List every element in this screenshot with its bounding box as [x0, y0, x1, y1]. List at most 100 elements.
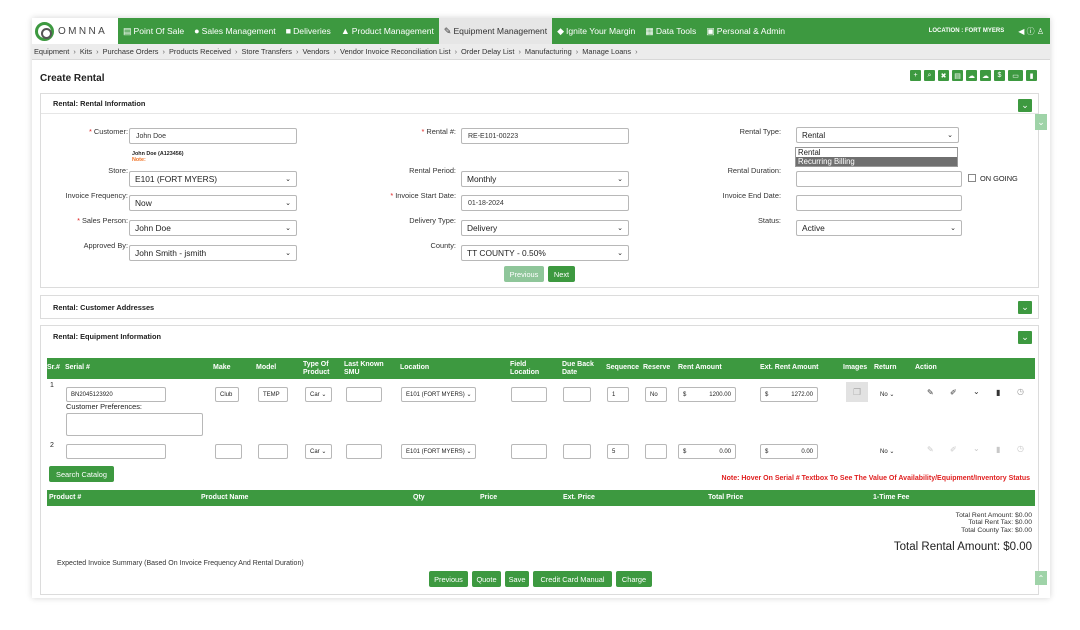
smu-input[interactable]	[346, 444, 382, 459]
nav-ignite-your-margin[interactable]: ◆ Ignite Your Margin	[552, 18, 640, 44]
model-input[interactable]: TEMP	[258, 387, 288, 402]
crumb-kits[interactable]: Kits	[80, 47, 92, 56]
rental-duration-input[interactable]	[796, 171, 962, 187]
customer-input[interactable]: John Doe	[129, 128, 297, 144]
chevron-down-icon[interactable]: ⌄	[1018, 99, 1032, 112]
field-location-input[interactable]	[511, 444, 547, 459]
customer-preferences-textarea[interactable]	[66, 413, 203, 436]
delivery-type-select[interactable]: Delivery ⌄	[461, 220, 629, 236]
omnna-logo[interactable]: OMNNA	[32, 18, 118, 44]
next-button[interactable]: Next	[548, 266, 575, 282]
sales-person-select[interactable]: John Doe ⌄	[129, 220, 297, 236]
due-back-input[interactable]	[563, 387, 591, 402]
location-select[interactable]: E101 (FORT MYERS) ⌄	[401, 387, 476, 402]
credit-card-manual-button[interactable]: Credit Card Manual	[533, 571, 612, 587]
type-select[interactable]: Car ⌄	[305, 444, 332, 459]
add-icon[interactable]: +	[910, 70, 921, 81]
crumb-manufacturing[interactable]: Manufacturing	[525, 47, 572, 56]
cloud-upload-icon[interactable]: ☁	[966, 70, 977, 81]
return-select[interactable]: No ⌄	[876, 444, 902, 459]
cloud-download-icon[interactable]: ☁	[980, 70, 991, 81]
nav-deliveries[interactable]: ■ Deliveries	[281, 18, 336, 44]
field-location-input[interactable]	[511, 387, 547, 402]
rental-type-select[interactable]: Rental ⌄	[796, 127, 959, 143]
list-icon[interactable]: ▤	[952, 70, 963, 81]
nav-point-of-sale[interactable]: ▤ Point Of Sale	[118, 18, 189, 44]
rental-period-select[interactable]: Monthly ⌄	[461, 171, 629, 187]
crumb-products-received[interactable]: Products Received	[169, 47, 231, 56]
location-indicator[interactable]: LOCATION : FORT MYERS	[929, 28, 1005, 34]
nav-product-management[interactable]: ▲ Product Management	[336, 18, 439, 44]
type-select[interactable]: Car ⌄	[305, 387, 332, 402]
rental-number-input[interactable]: RE-E101-00223	[461, 128, 629, 144]
chevron-down-icon[interactable]: ⌄	[1018, 301, 1032, 314]
serial-input[interactable]	[66, 444, 166, 459]
card-icon[interactable]: ▭	[1008, 70, 1023, 81]
chevron-down-icon[interactable]: ⌄	[1018, 331, 1032, 344]
invoice-start-input[interactable]: 01-18-2024	[461, 195, 629, 211]
reserve-input[interactable]	[645, 444, 667, 459]
ext-rent-amount-input[interactable]: $0.00	[760, 444, 818, 459]
clock-icon[interactable]: ◷	[1017, 387, 1024, 396]
location-select[interactable]: E101 (FORT MYERS) ⌄	[401, 444, 476, 459]
search-icon[interactable]: ⌕	[924, 70, 935, 81]
crumb-order-delay[interactable]: Order Delay List	[461, 47, 514, 56]
make-input[interactable]	[215, 444, 242, 459]
scroll-up-icon[interactable]: ⌃	[1035, 571, 1047, 585]
store-select[interactable]: E101 (FORT MYERS) ⌄	[129, 171, 297, 187]
total-county-tax: Total County Tax: $0.00	[961, 526, 1032, 534]
previous-button[interactable]: Previous	[429, 571, 468, 587]
sequence-input[interactable]: 1	[607, 387, 629, 402]
ext-rent-amount-input[interactable]: $1272.00	[760, 387, 818, 402]
wrench-icon[interactable]: ✐	[950, 445, 957, 454]
edit-icon[interactable]: ✎	[927, 388, 934, 397]
crumb-purchase-orders[interactable]: Purchase Orders	[103, 47, 159, 56]
due-back-input[interactable]	[563, 444, 591, 459]
chevron-right-icon: ›	[234, 47, 238, 56]
nav-personal-admin[interactable]: ▣ Personal & Admin	[701, 18, 790, 44]
search-catalog-button[interactable]: Search Catalog	[49, 466, 114, 482]
ongoing-checkbox[interactable]	[968, 174, 976, 182]
crumb-vendor-invoice[interactable]: Vendor Invoice Reconciliation List	[340, 47, 451, 56]
crumb-store-transfers[interactable]: Store Transfers	[241, 47, 292, 56]
rent-amount-input[interactable]: $1200.00	[678, 387, 736, 402]
sequence-input[interactable]: 5	[607, 444, 629, 459]
crumb-manage-loans[interactable]: Manage Loans	[582, 47, 631, 56]
serial-input[interactable]: BN2045123920	[66, 387, 166, 402]
scroll-down-icon[interactable]: ⌄	[1035, 114, 1047, 130]
reserve-input[interactable]: No	[645, 387, 667, 402]
return-select[interactable]: No ⌄	[876, 387, 902, 402]
nav-sales-management[interactable]: ● Sales Management	[189, 18, 280, 44]
invoice-end-input[interactable]	[796, 195, 962, 211]
rent-amount-input[interactable]: $0.00	[678, 444, 736, 459]
nav-equipment-management[interactable]: ✎ Equipment Management	[438, 18, 553, 44]
smu-input[interactable]	[346, 387, 382, 402]
dropdown-option-rental[interactable]: Rental	[796, 148, 957, 157]
previous-button[interactable]: Previous	[504, 266, 544, 282]
chevron-down-icon[interactable]: ⌄	[973, 444, 980, 453]
header-right-icons[interactable]: ◀ ⓘ ♙	[1018, 26, 1044, 37]
save-button[interactable]: Save	[505, 571, 529, 587]
make-input[interactable]: Club	[215, 387, 239, 402]
model-input[interactable]	[258, 444, 288, 459]
charge-button[interactable]: Charge	[616, 571, 652, 587]
chevron-down-icon[interactable]: ⌄	[973, 387, 980, 396]
approved-by-select[interactable]: John Smith - jsmith ⌄	[129, 245, 297, 261]
quote-button[interactable]: Quote	[472, 571, 501, 587]
edit-icon[interactable]: ✎	[927, 445, 934, 454]
trash-icon[interactable]: ▮	[996, 388, 1000, 397]
clock-icon[interactable]: ◷	[1017, 444, 1024, 453]
nav-data-tools[interactable]: ▦ Data Tools	[640, 18, 701, 44]
crumb-vendors[interactable]: Vendors	[302, 47, 329, 56]
close-icon[interactable]: ✖	[938, 70, 949, 81]
bookmark-icon[interactable]: ▮	[1026, 70, 1037, 81]
dollar-icon[interactable]: $	[994, 70, 1005, 81]
image-upload-icon[interactable]: ❐	[846, 382, 868, 402]
crumb-equipment[interactable]: Equipment	[34, 47, 69, 56]
trash-icon[interactable]: ▮	[996, 445, 1000, 454]
invoice-frequency-select[interactable]: Now ⌄	[129, 195, 297, 211]
status-select[interactable]: Active ⌄	[796, 220, 962, 236]
county-select[interactable]: TT COUNTY - 0.50% ⌄	[461, 245, 629, 261]
wrench-icon[interactable]: ✐	[950, 388, 957, 397]
dropdown-option-recurring-billing[interactable]: Recurring Billing	[796, 157, 957, 166]
